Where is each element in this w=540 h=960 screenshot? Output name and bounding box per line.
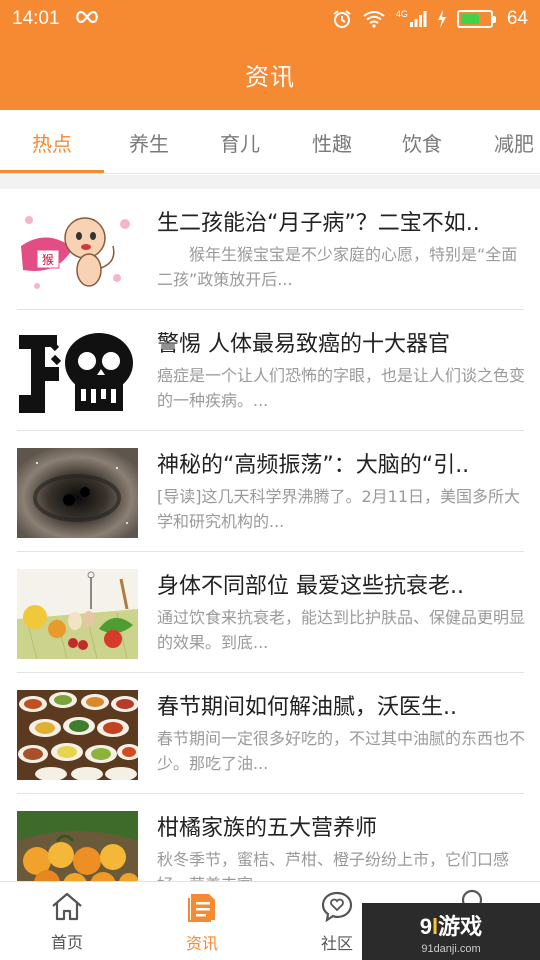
status-time: 14:01 [12, 8, 60, 29]
news-summary: [导读]这几天科学界沸腾了。2月11日，美国多所大学和研究机构的... [157, 487, 521, 531]
feast-dishes-image [17, 690, 138, 780]
wifi-icon [362, 10, 386, 28]
news-list[interactable]: 猴 生二孩能治“月子病”？二宝不如.. 猴年生猴宝宝是不少家庭的心愿，特别是“全… [0, 189, 540, 881]
news-title: 春节期间如何解油腻，沃医生.. [157, 695, 457, 720]
battery-fill [460, 14, 479, 24]
black-hole-image [17, 448, 138, 538]
tab-label: 减肥 [494, 131, 534, 156]
healthy-food-image [17, 569, 138, 659]
nav-label: 社区 [320, 933, 353, 953]
news-title: 神秘的“高频振荡”：大脑的“引.. [157, 453, 470, 478]
tab-diet[interactable]: 饮食 [378, 110, 466, 174]
nav-label: 首页 [50, 932, 83, 952]
tab-label: 饮食 [402, 131, 442, 156]
tab-label: 热点 [32, 131, 72, 156]
tab-parenting[interactable]: 育儿 [194, 110, 286, 174]
svg-text:猴: 猴 [42, 253, 54, 267]
divider [0, 175, 540, 189]
news-title: 身体不同部位 最爱这些抗衰老.. [157, 574, 464, 599]
news-icon [187, 890, 217, 926]
news-summary: 春节期间一定很多好吃的，不过其中油腻的东西也不少。那吃了油... [157, 729, 525, 773]
active-tab-indicator [0, 170, 104, 173]
category-tabs: 热点 养生 育儿 性趣 饮食 减肥 [0, 110, 540, 174]
battery-icon [456, 10, 496, 28]
citrus-fruits-image [17, 811, 138, 881]
tab-label: 性趣 [312, 131, 352, 156]
news-summary: 猴年生猴宝宝是不少家庭的心愿，特别是“全面二孩”政策放开后... [157, 245, 518, 289]
news-item[interactable]: 身体不同部位 最爱这些抗衰老.. 通过饮食来抗衰老，能达到比护肤品、保健品更明显… [17, 552, 525, 673]
site-watermark: 9l游戏 91danji.com [362, 903, 540, 960]
battery-percent: 64 [506, 8, 528, 29]
network-type: 4G [395, 9, 408, 19]
watermark-logo: 9l游戏 [420, 909, 482, 941]
watermark-url: 91danji.com [421, 942, 481, 955]
news-item[interactable]: 警惕 人体最易致癌的十大器官 癌症是一个让人们恐怖的字眼，也是让人们谈之色变的一… [17, 310, 525, 431]
charging-icon [437, 10, 447, 28]
news-item[interactable]: 柑橘家族的五大营养师 秋冬季节，蜜桔、芦柑、橙子纷纷上市，它们口感好，营养丰富.… [17, 794, 524, 881]
page-title: 资讯 [245, 62, 295, 91]
tab-hot[interactable]: 热点 [0, 110, 104, 174]
nav-home[interactable]: 首页 [17, 882, 117, 960]
tab-weight-loss[interactable]: 减肥 [466, 110, 540, 174]
tab-label: 养生 [129, 131, 169, 156]
alarm-icon [332, 9, 352, 29]
news-title: 生二孩能治“月子病”？二宝不如.. [157, 211, 480, 236]
news-summary: 癌症是一个让人们恐怖的字眼，也是让人们谈之色变的一种疾病。... [157, 366, 525, 410]
signal-icon: 4G [396, 10, 427, 28]
news-item[interactable]: 神秘的“高频振荡”：大脑的“引.. [导读]这几天科学界沸腾了。2月11日，美国… [17, 431, 524, 552]
infinity-icon [74, 8, 100, 30]
news-summary: 通过饮食来抗衰老，能达到比护肤品、保健品更明显的效果。到底... [157, 608, 525, 652]
nav-label: 资讯 [185, 933, 218, 953]
news-title: 柑橘家族的五大营养师 [157, 816, 378, 841]
tab-label: 育儿 [220, 131, 260, 156]
title-bar: 资讯 [0, 38, 540, 110]
watermark-logo-text: 游戏 [438, 913, 483, 939]
news-title: 警惕 人体最易致癌的十大器官 [157, 332, 450, 357]
news-summary: 秋冬季节，蜜桔、芦柑、橙子纷纷上市，它们口感好，营养丰富... [157, 850, 510, 881]
nav-news[interactable]: 资讯 [152, 882, 252, 960]
news-item[interactable]: 春节期间如何解油腻，沃医生.. 春节期间一定很多好吃的，不过其中油腻的东西也不少… [17, 673, 525, 794]
status-bar: 14:01 4G 64 [0, 0, 540, 38]
news-item[interactable]: 猴 生二孩能治“月子病”？二宝不如.. 猴年生猴宝宝是不少家庭的心愿，特别是“全… [17, 189, 524, 310]
tab-sex[interactable]: 性趣 [286, 110, 378, 174]
community-icon [320, 890, 354, 926]
tab-health[interactable]: 养生 [104, 110, 194, 174]
monkey-baby-image: 猴 [17, 206, 138, 296]
home-icon [50, 891, 84, 925]
watermark-logo-num: 9 [419, 913, 433, 939]
cancer-skull-image [17, 327, 138, 417]
